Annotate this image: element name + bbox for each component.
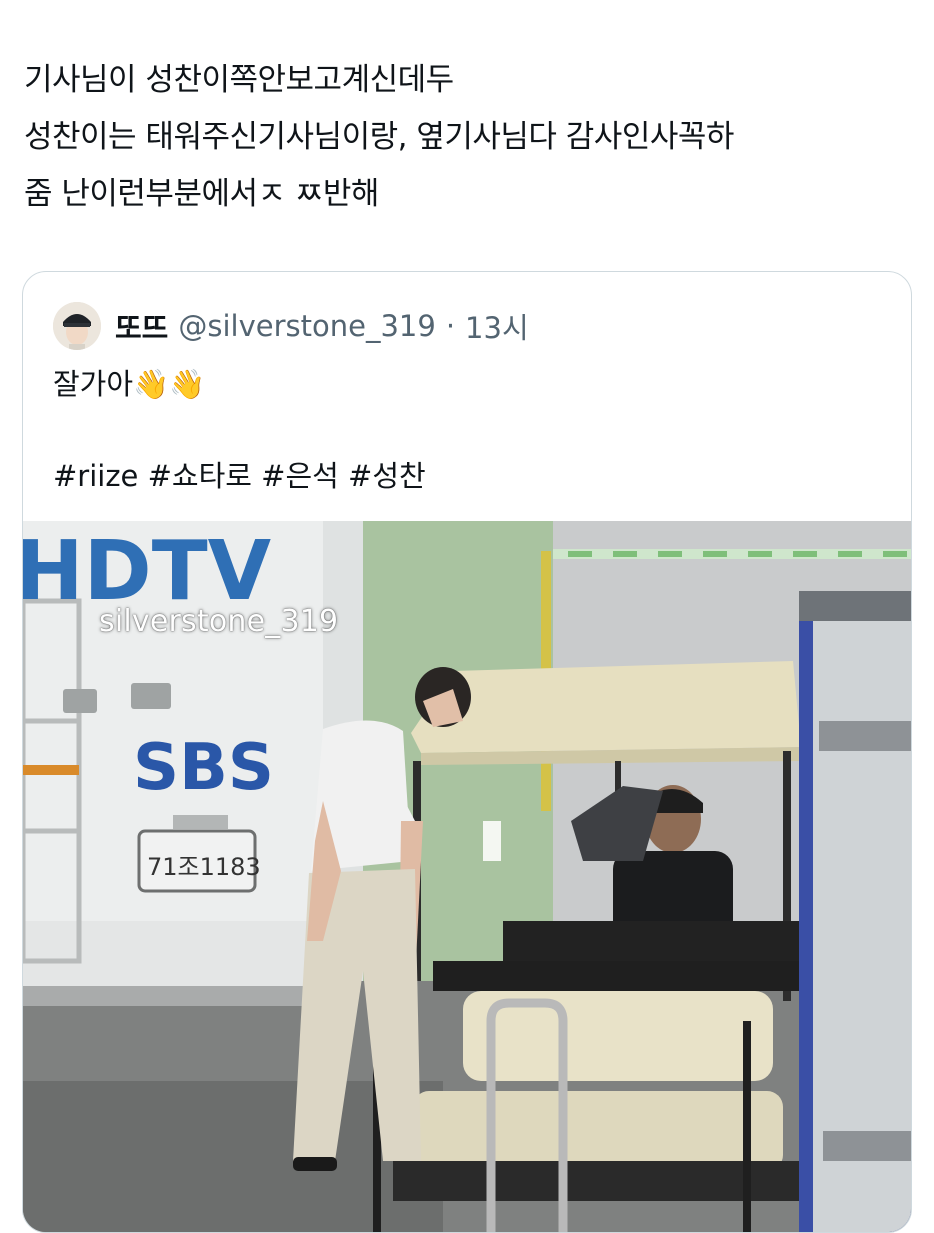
quoted-handle[interactable]: @silverstone_319 [178, 309, 435, 343]
separator-dot: · [445, 309, 456, 343]
waving-hand-emoji-icon: 👋👋 [133, 367, 206, 401]
avatar-image [53, 302, 101, 350]
tweet-line-2: 성찬이는 태워주신기사님이랑, 옆기사님다 감사인사꼭하 [24, 119, 734, 155]
tweet-line-3: 줌 난이런부분에서ㅈ ㅉ반해 [24, 176, 379, 212]
media-watermark: silverstone_319 [99, 604, 339, 639]
quoted-timestamp[interactable]: 13시 [465, 305, 529, 347]
tweet-line-1: 기사님이 성찬이쪽안보고계신데두 [24, 62, 454, 98]
quoted-hashtags[interactable]: #riize #쇼타로 #은석 #성찬 [53, 452, 426, 500]
van-sbs-logo: SBS [133, 731, 274, 805]
quoted-tweet-text: 잘가아👋👋 [53, 360, 205, 408]
quoted-media-image[interactable]: HDTV SBS 71조1183 silverstone_319 [23, 521, 911, 1232]
quoted-text: 잘가아 [53, 367, 134, 401]
license-plate-text: 71조1183 [147, 853, 261, 881]
avatar[interactable] [53, 302, 101, 350]
quoted-tweet-card[interactable]: 또뜨 @silverstone_319 · 13시 잘가아👋👋 #riize #… [22, 271, 912, 1233]
quoted-tweet-header: 또뜨 @silverstone_319 · 13시 [53, 300, 529, 352]
quoted-display-name[interactable]: 또뜨 [115, 305, 168, 347]
tweet-body: 기사님이 성찬이쪽안보고계신데두 성찬이는 태워주신기사님이랑, 옆기사님다 감… [24, 52, 914, 223]
